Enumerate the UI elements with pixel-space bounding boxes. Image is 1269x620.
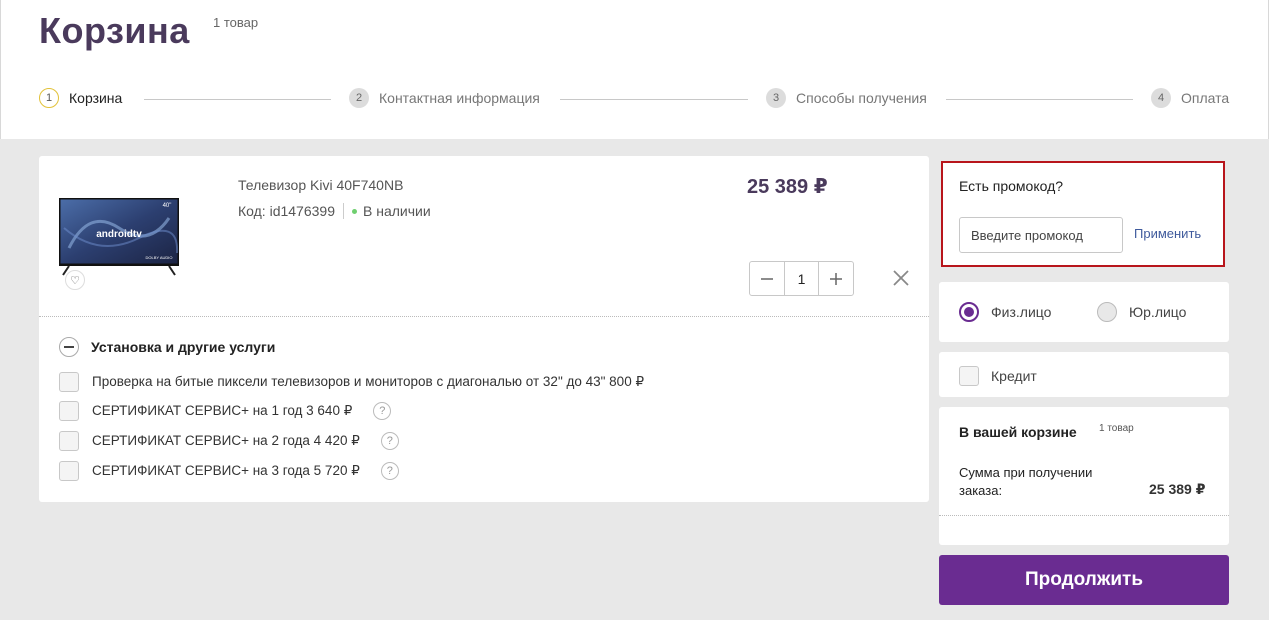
continue-button[interactable]: Продолжить bbox=[939, 555, 1229, 605]
step-number: 4 bbox=[1151, 88, 1171, 108]
favorite-heart-icon[interactable]: ♡ bbox=[65, 270, 85, 290]
increase-quantity-button[interactable] bbox=[819, 262, 853, 295]
tv-brand-text: androidtv bbox=[96, 229, 142, 240]
step-number: 1 bbox=[39, 88, 59, 108]
tv-audio-badge: DOLBY AUDIO bbox=[145, 255, 172, 260]
step-payment[interactable]: 4 Оплата bbox=[1151, 88, 1229, 108]
product-price: 25 389 ₽ bbox=[747, 176, 828, 198]
step-label: Корзина bbox=[69, 90, 123, 106]
step-label: Оплата bbox=[1181, 90, 1230, 106]
service-checkbox[interactable] bbox=[59, 401, 79, 421]
credit-label: Кредит bbox=[991, 368, 1037, 384]
service-option[interactable]: Проверка на битые пиксели телевизоров и … bbox=[59, 371, 644, 393]
help-icon[interactable]: ? bbox=[373, 402, 392, 420]
service-label: СЕРТИФИКАТ СЕРВИС+ на 1 год 3 640 ₽ bbox=[92, 403, 353, 418]
minus-icon bbox=[761, 277, 773, 280]
step-number: 3 bbox=[766, 88, 786, 108]
quantity-value[interactable]: 1 bbox=[784, 262, 819, 295]
service-checkbox[interactable] bbox=[59, 461, 79, 481]
divider bbox=[39, 316, 929, 317]
radio-button-selected[interactable] bbox=[959, 302, 979, 322]
service-label: СЕРТИФИКАТ СЕРВИС+ на 3 года 5 720 ₽ bbox=[92, 463, 360, 478]
customer-type-panel: Физ.лицо Юр.лицо bbox=[939, 282, 1229, 342]
summary-total-label: Сумма при получении заказа: bbox=[959, 465, 1093, 498]
services-header[interactable]: Установка и другие услуги bbox=[59, 337, 275, 357]
step-connector bbox=[144, 99, 331, 100]
summary-total-value: 25 389 ₽ bbox=[1149, 481, 1206, 497]
close-icon bbox=[893, 270, 909, 286]
in-stock-dot-icon bbox=[351, 208, 357, 214]
product-code: Код: id1476399 bbox=[238, 203, 335, 219]
service-label: Проверка на битые пиксели телевизоров и … bbox=[92, 374, 645, 389]
service-option[interactable]: СЕРТИФИКАТ СЕРВИС+ на 1 год 3 640 ₽ ? bbox=[59, 400, 392, 422]
cart-item-count: 1 товар bbox=[213, 15, 259, 30]
meta-divider bbox=[342, 203, 344, 219]
collapse-icon[interactable] bbox=[59, 337, 79, 357]
summary-title: В вашей корзине bbox=[959, 424, 1077, 440]
service-option[interactable]: СЕРТИФИКАТ СЕРВИС+ на 2 года 4 420 ₽ ? bbox=[59, 430, 399, 452]
promo-title: Есть промокод? bbox=[959, 178, 1064, 194]
page-title: Корзина bbox=[39, 10, 190, 51]
services-title: Установка и другие услуги bbox=[91, 339, 276, 355]
product-name[interactable]: Телевизор Kivi 40F740NB bbox=[238, 177, 403, 193]
credit-panel: Кредит bbox=[939, 352, 1229, 397]
step-connector bbox=[946, 99, 1133, 100]
step-delivery[interactable]: 3 Способы получения bbox=[766, 88, 927, 108]
step-cart[interactable]: 1 Корзина bbox=[39, 88, 122, 108]
page-header: Корзина 1 товар 1 Корзина 2 Контактная и… bbox=[0, 0, 1269, 139]
summary-item-count: 1 товар bbox=[1099, 423, 1134, 434]
quantity-stepper: 1 bbox=[749, 261, 854, 296]
product-image[interactable]: androidtv 40" DOLBY AUDIO bbox=[59, 198, 179, 276]
step-connector bbox=[560, 99, 748, 100]
product-meta: Код: id1476399 В наличии bbox=[238, 203, 431, 219]
radio-label: Физ.лицо bbox=[991, 304, 1052, 320]
service-checkbox[interactable] bbox=[59, 431, 79, 451]
step-number: 2 bbox=[349, 88, 369, 108]
credit-option[interactable]: Кредит bbox=[959, 366, 1037, 386]
step-label: Способы получения bbox=[796, 90, 927, 106]
credit-checkbox[interactable] bbox=[959, 366, 979, 386]
radio-label: Юр.лицо bbox=[1129, 304, 1187, 320]
help-icon[interactable]: ? bbox=[380, 462, 399, 480]
step-contact-info[interactable]: 2 Контактная информация bbox=[349, 88, 540, 108]
decrease-quantity-button[interactable] bbox=[750, 262, 784, 295]
cart-item-card: androidtv 40" DOLBY AUDIO ♡ Телевизор Ki… bbox=[39, 156, 929, 502]
apply-promo-button[interactable]: Применить bbox=[1134, 226, 1201, 241]
availability-status: В наличии bbox=[362, 203, 431, 219]
radio-button[interactable] bbox=[1097, 302, 1117, 322]
step-label: Контактная информация bbox=[379, 90, 540, 106]
radio-individual[interactable]: Физ.лицо bbox=[959, 302, 1051, 322]
plus-icon bbox=[830, 272, 842, 285]
service-option[interactable]: СЕРТИФИКАТ СЕРВИС+ на 3 года 5 720 ₽ ? bbox=[59, 460, 399, 482]
remove-item-button[interactable] bbox=[889, 266, 913, 290]
tv-size-text: 40" bbox=[163, 203, 172, 209]
order-summary-panel: В вашей корзине 1 товар Сумма при получе… bbox=[939, 407, 1229, 545]
help-icon[interactable]: ? bbox=[380, 432, 399, 450]
divider bbox=[939, 515, 1229, 516]
service-label: СЕРТИФИКАТ СЕРВИС+ на 2 года 4 420 ₽ bbox=[92, 433, 360, 448]
radio-legal-entity[interactable]: Юр.лицо bbox=[1097, 302, 1186, 322]
service-checkbox[interactable] bbox=[59, 372, 79, 392]
promo-code-input[interactable] bbox=[959, 217, 1123, 253]
checkout-steps: 1 Корзина 2 Контактная информация 3 Спос… bbox=[39, 88, 1231, 110]
promo-code-panel: Есть промокод? Применить bbox=[941, 161, 1225, 267]
